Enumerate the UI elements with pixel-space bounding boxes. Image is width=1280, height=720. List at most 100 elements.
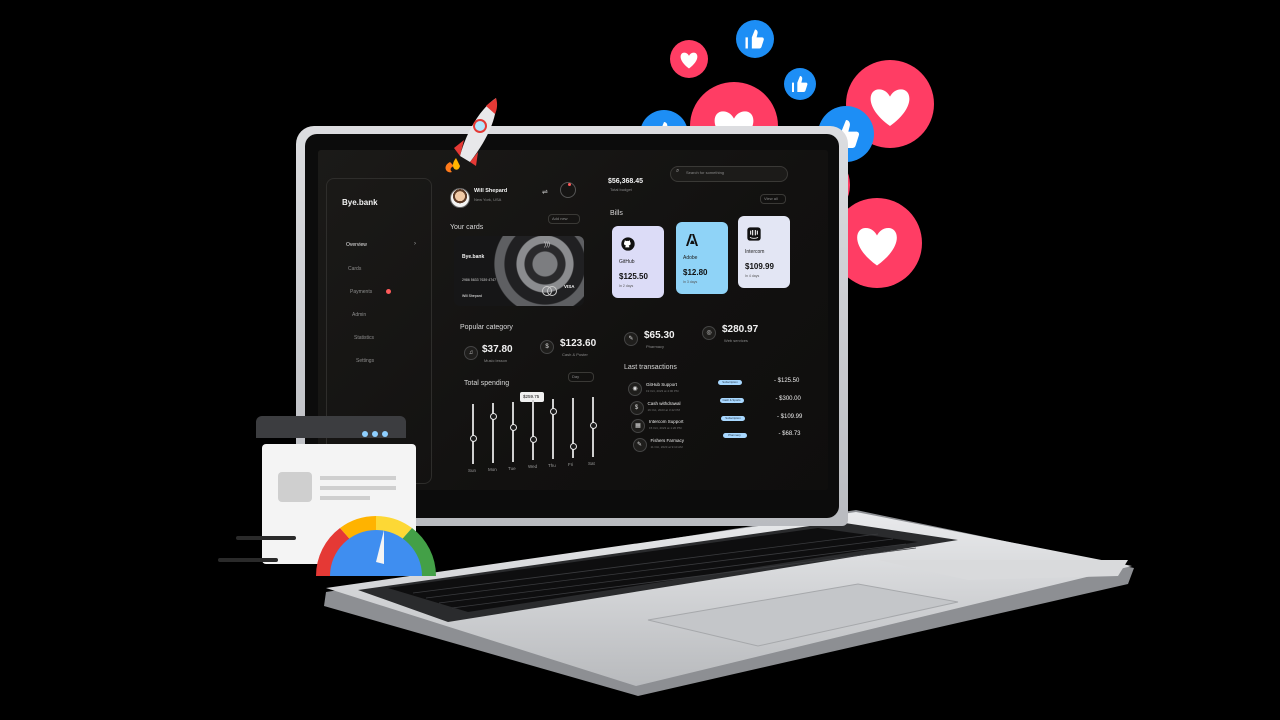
github-icon: ◉ <box>628 382 642 396</box>
bill-name: Intercom <box>745 249 765 255</box>
view-all-label: View all <box>764 196 778 201</box>
transaction-category-badge: Pharmacy <box>722 433 747 439</box>
card-network: VISA <box>564 284 575 289</box>
popular-label: Music lesson <box>484 358 508 363</box>
transaction-date: 15 Oct, 2023 at 1:20 PM <box>649 426 682 430</box>
popular-amount: $65.30 <box>644 330 675 341</box>
spending-level-handle[interactable] <box>470 435 477 442</box>
github-icon <box>621 237 635 251</box>
user-location: New York, USA <box>474 197 502 202</box>
day-label: Mon <box>488 466 497 472</box>
day-label: Wed <box>528 464 538 470</box>
spending-level-handle[interactable] <box>490 412 497 420</box>
cards-title: Your cards <box>450 224 484 231</box>
bell-badge-icon <box>568 183 571 186</box>
popular-amount: $37.80 <box>482 344 513 355</box>
transaction-amount: - $109.99 <box>777 413 803 420</box>
spending-level-handle[interactable] <box>570 442 577 450</box>
spending-bar[interactable] <box>472 404 474 464</box>
bill-amount: $125.50 <box>619 272 648 281</box>
transactions-title: Last transactions <box>624 364 677 371</box>
transaction-amount: - $125.50 <box>774 378 800 384</box>
card-holder: Will Shepard <box>462 294 482 298</box>
bill-card-adobe[interactable]: Adobe $12.80 In 3 days <box>676 222 728 294</box>
text-line <box>320 486 396 490</box>
bills-title: Bills <box>610 210 623 217</box>
sidebar-item-admin[interactable]: Admin <box>352 312 366 318</box>
spending-bar[interactable] <box>532 400 534 461</box>
day-label: Tue <box>508 465 516 471</box>
sidebar-item-payments[interactable]: Payments <box>350 289 372 295</box>
total-balance-label: Total budget <box>610 187 632 192</box>
thumbs-up-icon <box>784 68 816 100</box>
add-card-label: Add new <box>552 216 568 221</box>
search-placeholder: Search for something <box>686 170 725 175</box>
sidebar-item-cards[interactable]: Cards <box>348 266 361 272</box>
mastercard-icon <box>542 286 557 296</box>
spending-title: Total spending <box>464 380 510 387</box>
bill-name: Adobe <box>683 255 698 261</box>
transaction-name: Intercom Support <box>649 419 684 424</box>
bill-amount: $109.99 <box>745 262 774 271</box>
user-name: Will Shepard <box>474 188 508 194</box>
music-icon: ♫ <box>464 346 478 360</box>
popular-amount: $280.97 <box>722 324 759 335</box>
sidebar-item-overview[interactable]: Overview <box>346 242 367 248</box>
pill-icon: ✎ <box>632 437 647 452</box>
cash-icon: $ <box>629 400 644 415</box>
bill-amount: $12.80 <box>683 268 708 277</box>
total-balance: $56,368.45 <box>608 178 644 185</box>
transaction-date: 19 Oct, 2023 at 4:00 PM <box>646 389 679 393</box>
transaction-name: Cash withdrawal <box>647 400 681 406</box>
transaction-name: GitHub Support <box>646 382 678 387</box>
search-icon: ⌕ <box>676 168 680 174</box>
spending-level-handle[interactable] <box>590 421 597 429</box>
intercom-icon <box>747 227 761 241</box>
spending-bar[interactable] <box>512 401 514 462</box>
popular-label: Web services <box>724 338 748 343</box>
avatar[interactable] <box>450 188 470 208</box>
bill-name: GitHub <box>619 259 635 265</box>
bill-card-intercom[interactable]: Intercom $109.99 In 4 days <box>738 216 790 288</box>
adobe-icon <box>686 234 698 246</box>
card-brand: Bye.bank <box>462 254 485 260</box>
image-placeholder <box>278 472 312 502</box>
spending-level-handle[interactable] <box>510 423 517 431</box>
period-label: Day <box>572 374 580 379</box>
day-label: Fri <box>568 462 574 467</box>
intercom-icon: ▦ <box>631 419 645 433</box>
globe-icon: ◎ <box>702 326 716 340</box>
transaction-category-badge: Subscription <box>721 415 745 421</box>
day-label: Sun <box>468 468 477 473</box>
sidebar-item-statistics[interactable]: Statistics <box>354 335 374 341</box>
popular-label: Cash & Poster <box>562 352 588 357</box>
transaction-category-badge: Subscription <box>718 380 742 385</box>
speedometer-gauge-icon <box>316 516 436 576</box>
transaction-date: 16 Oct, 2023 at 3:42 PM <box>647 407 681 412</box>
transaction-name: Fishers Farmacy <box>650 437 685 443</box>
text-line <box>320 476 396 480</box>
spending-chart: Sun Mon Tue Wed Thu Fri Sat <box>466 396 606 476</box>
brand-logo: Bye.bank <box>342 198 378 207</box>
spending-tooltip-value: $259.75 <box>523 394 540 399</box>
window-dots-icon <box>362 424 388 442</box>
filter-icon[interactable]: ⇌ <box>542 188 548 196</box>
heart-reaction-icon <box>670 40 708 78</box>
bill-due: In 4 days <box>745 274 760 278</box>
transaction-amount: - $68.73 <box>778 431 801 438</box>
spending-bar[interactable] <box>492 402 494 463</box>
transaction-amount: - $300.00 <box>775 395 801 402</box>
contactless-icon: ))) <box>544 242 550 248</box>
spending-level-handle[interactable] <box>530 435 537 443</box>
pill-icon: ✎ <box>624 332 638 346</box>
popular-label: Pharmacy <box>646 344 665 349</box>
spending-level-handle[interactable] <box>550 408 557 415</box>
day-label: Thu <box>548 463 556 469</box>
bill-card-github[interactable]: GitHub $125.50 In 2 days <box>612 226 664 298</box>
sidebar-item-settings[interactable]: Settings <box>356 358 374 364</box>
bill-due: In 3 days <box>683 280 698 284</box>
cash-icon: $ <box>540 340 554 354</box>
card-number: 2986 5633 7639 4747 <box>462 278 497 282</box>
thumbs-up-icon <box>736 20 774 58</box>
chevron-right-icon: › <box>414 241 416 247</box>
